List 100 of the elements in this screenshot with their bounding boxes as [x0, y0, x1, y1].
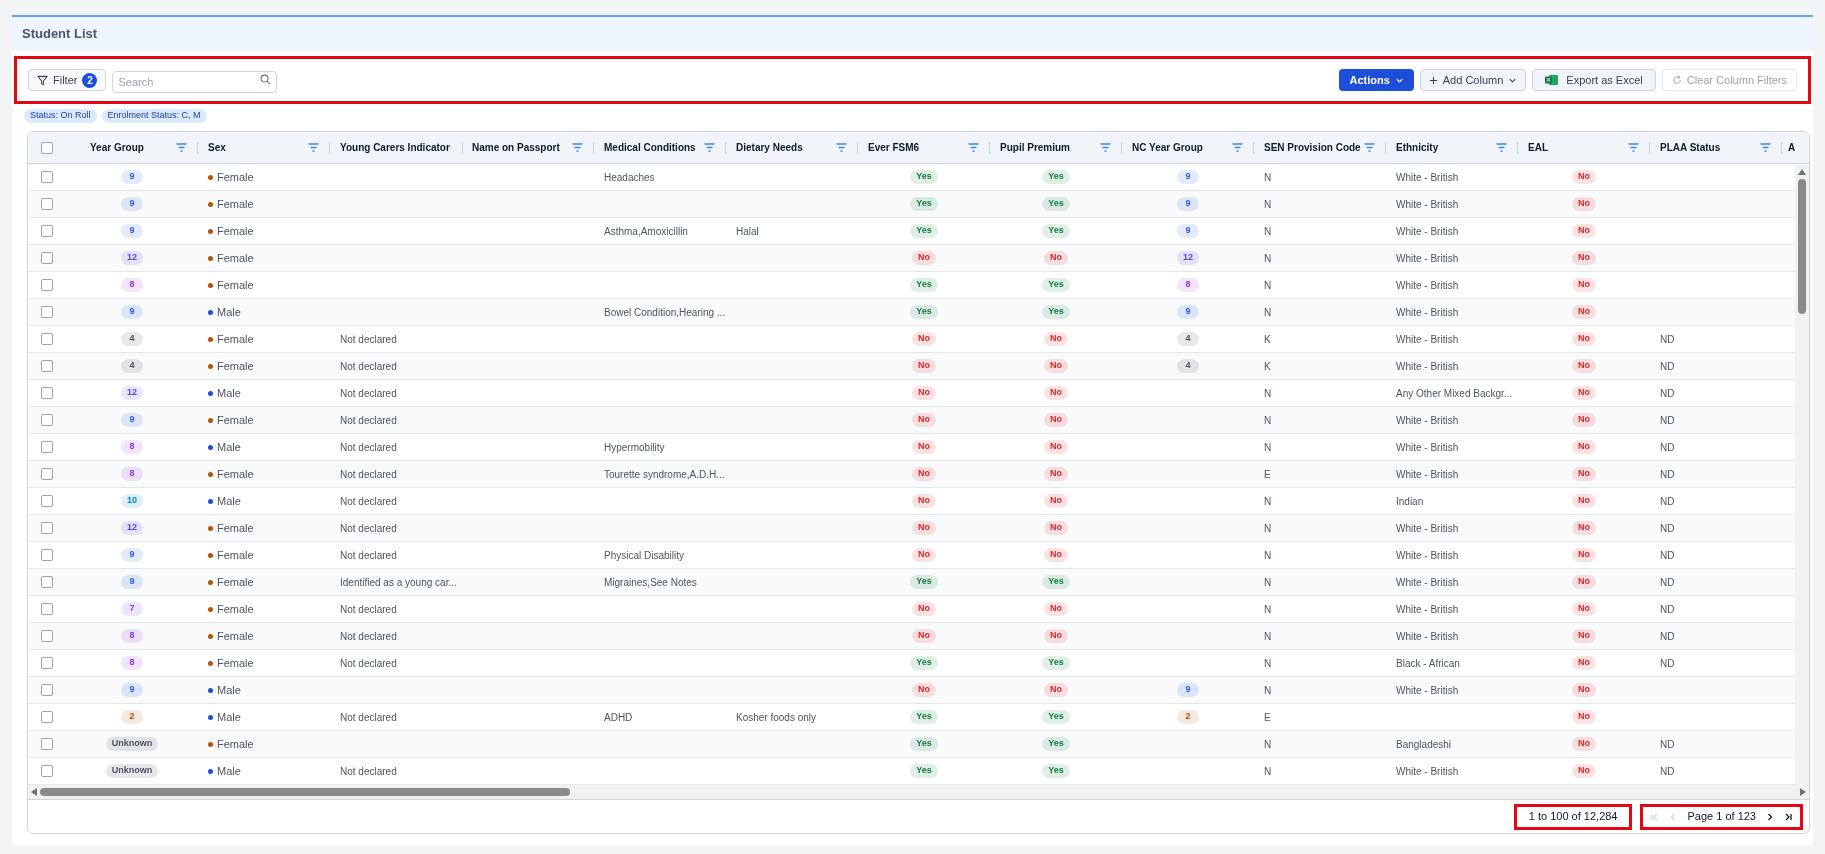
table-cell-text: ND [1660, 332, 1675, 347]
table-cell-text: Female [217, 250, 254, 266]
table-cell-text: Female [217, 520, 254, 536]
next-page-button[interactable] [1766, 812, 1774, 821]
table-cell-text: Female [217, 601, 254, 617]
vertical-scrollbar[interactable] [1795, 165, 1809, 786]
row-checkbox[interactable] [41, 657, 53, 669]
table-cell-text: White - British [1396, 521, 1459, 536]
value-badge: 9 [1177, 170, 1199, 184]
table-cell-text: White - British [1396, 629, 1459, 644]
value-badge: 4 [1177, 332, 1199, 346]
table-cell-text: N [1264, 629, 1272, 644]
row-checkbox[interactable] [41, 522, 53, 534]
table-cell-text: Female [217, 412, 254, 428]
row-checkbox[interactable] [41, 765, 53, 777]
value-badge: Yes [910, 575, 938, 589]
last-page-button[interactable] [1784, 812, 1792, 821]
table-cell-text: Not declared [340, 602, 397, 617]
row-checkbox[interactable] [41, 252, 53, 264]
column-header[interactable]: Medical Conditions [594, 140, 696, 155]
row-checkbox[interactable] [41, 306, 53, 318]
table-cell-text: ND [1660, 629, 1675, 644]
value-badge: No [1044, 467, 1068, 481]
row-checkbox[interactable] [41, 468, 53, 480]
filter-chip[interactable]: Enrolment Status: C, M [101, 109, 207, 123]
export-button[interactable]: Export as Excel [1532, 69, 1656, 91]
actions-button[interactable]: Actions [1339, 69, 1414, 91]
value-badge: No [1572, 683, 1596, 697]
value-badge: 8 [121, 467, 143, 481]
column-header[interactable]: EAL [1518, 140, 1548, 155]
horizontal-scrollbar[interactable] [28, 785, 1809, 799]
value-badge: Yes [1042, 710, 1070, 724]
table-cell-text: Not declared [340, 548, 397, 563]
column-header[interactable]: Ethnicity [1386, 140, 1439, 155]
table-cell-text: Bowel Condition,Hearing ... [604, 305, 726, 320]
scrollbar-thumb[interactable] [40, 788, 570, 796]
value-badge: No [1044, 386, 1068, 400]
table-cell-text: Male [217, 439, 241, 455]
row-checkbox[interactable] [41, 711, 53, 723]
row-checkbox[interactable] [41, 198, 53, 210]
row-checkbox[interactable] [41, 684, 53, 696]
column-header[interactable]: PLAA Status [1650, 140, 1721, 155]
table-cell-text: Bangladeshi [1396, 737, 1452, 752]
value-badge: 4 [121, 359, 143, 373]
column-header[interactable]: A [1782, 140, 1796, 155]
column-header[interactable]: Ever FSM6 [858, 140, 920, 155]
table-cell-text: Female [217, 466, 254, 482]
select-all-checkbox[interactable] [41, 141, 53, 154]
column-header[interactable]: Dietary Needs [726, 140, 803, 155]
value-badge: 12 [121, 521, 143, 535]
table-cell-text: ND [1660, 764, 1675, 779]
scrollbar-thumb[interactable] [1798, 179, 1806, 314]
value-badge: 2 [121, 710, 143, 724]
row-checkbox[interactable] [41, 495, 53, 507]
row-checkbox[interactable] [41, 630, 53, 642]
table-cell-text: White - British [1396, 683, 1459, 698]
filter-button[interactable]: Filter 2 [28, 69, 107, 91]
table-cell-text: Male [217, 493, 241, 509]
value-badge: Yes [910, 710, 938, 724]
funnel-icon [37, 74, 48, 86]
row-checkbox[interactable] [41, 441, 53, 453]
table-cell-text: N [1264, 521, 1272, 536]
value-badge: No [912, 386, 936, 400]
value-badge: Yes [910, 197, 938, 211]
value-badge: No [1572, 305, 1596, 319]
search-field[interactable]: Search [112, 71, 278, 93]
row-checkbox[interactable] [41, 333, 53, 345]
table-cell-text: White - British [1396, 197, 1459, 212]
row-checkbox[interactable] [41, 603, 53, 615]
value-badge: No [1572, 332, 1596, 346]
column-header[interactable]: Sex [198, 140, 226, 155]
row-checkbox[interactable] [41, 360, 53, 372]
table-cell-text: Not declared [340, 386, 397, 401]
column-header[interactable]: Pupil Premium [990, 140, 1070, 155]
page-title: Student List [22, 25, 98, 44]
row-checkbox[interactable] [41, 549, 53, 561]
column-header[interactable]: Name on Passport [462, 140, 560, 155]
row-checkbox[interactable] [41, 279, 53, 291]
add-column-button[interactable]: Add Column [1419, 69, 1527, 91]
row-checkbox[interactable] [41, 414, 53, 426]
row-checkbox[interactable] [41, 171, 53, 183]
value-badge: No [1572, 467, 1596, 481]
column-header[interactable]: Year Group [66, 140, 144, 155]
value-badge: No [1572, 278, 1596, 292]
table-cell-text: Not declared [340, 521, 397, 536]
column-header[interactable]: NC Year Group [1122, 140, 1203, 155]
row-checkbox[interactable] [41, 387, 53, 399]
value-badge: 4 [1177, 359, 1199, 373]
row-checkbox[interactable] [41, 738, 53, 750]
column-header[interactable]: Young Carers Indicator [330, 140, 450, 155]
table-cell-text: Female [217, 196, 254, 212]
row-checkbox[interactable] [41, 225, 53, 237]
value-badge: Yes [1042, 737, 1070, 751]
filter-chip[interactable]: Status: On Roll [24, 109, 97, 123]
column-header[interactable]: SEN Provision Code [1254, 140, 1361, 155]
row-checkbox[interactable] [41, 576, 53, 588]
value-badge: No [1044, 548, 1068, 562]
value-badge: Yes [910, 656, 938, 670]
table-cell-text: ND [1660, 413, 1675, 428]
table-cell-text: White - British [1396, 575, 1459, 590]
